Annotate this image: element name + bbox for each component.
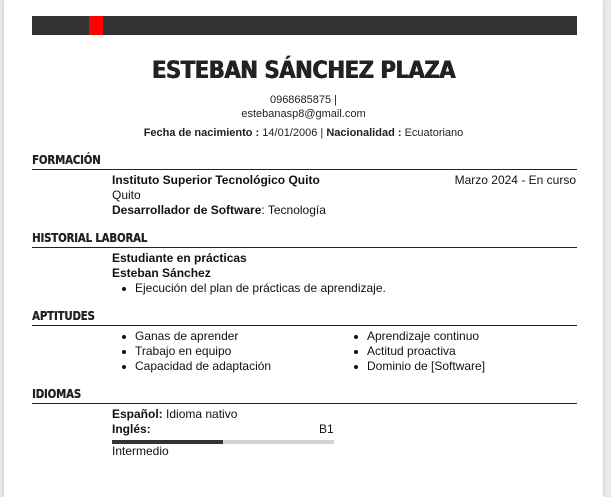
personal-info-line: Fecha de nacimiento : 14/01/2006 | Nacio… bbox=[4, 127, 603, 139]
section-divider bbox=[32, 247, 577, 248]
second-language-label: Inglés: bbox=[112, 422, 151, 436]
resume-page: ESTEBAN SÁNCHEZ PLAZA 0968685875 | esteb… bbox=[4, 0, 603, 497]
section-title-aptitudes: APTITUDES bbox=[32, 309, 95, 323]
native-language-value: Idioma nativo bbox=[166, 407, 238, 421]
section-title-idiomas: IDIOMAS bbox=[32, 387, 81, 401]
section-divider bbox=[32, 169, 577, 170]
candidate-name: ESTEBAN SÁNCHEZ PLAZA bbox=[151, 56, 456, 84]
skill-item: Aprendizaje continuo bbox=[353, 329, 480, 343]
job-task-item: Ejecución del plan de prácticas de apren… bbox=[122, 281, 386, 295]
nationality-label: Nacionalidad : bbox=[326, 127, 402, 139]
section-title-historial: HISTORIAL LABORAL bbox=[32, 231, 148, 245]
header-bar bbox=[32, 16, 577, 35]
skill-item: Trabajo en equipo bbox=[121, 344, 232, 358]
degree-field: : Tecnología bbox=[261, 203, 326, 217]
nationality-value: Ecuatoriano bbox=[404, 127, 464, 139]
birth-date-label: Fecha de nacimiento : bbox=[143, 127, 260, 139]
education-city: Quito bbox=[112, 188, 141, 202]
info-separator: | bbox=[320, 127, 324, 139]
header-accent bbox=[89, 16, 103, 35]
native-language-label: Español: bbox=[112, 407, 163, 421]
second-language-level-text: Intermedio bbox=[112, 444, 169, 458]
degree-title: Desarrollador de Software bbox=[112, 203, 262, 217]
job-position: Estudiante en prácticas bbox=[112, 251, 247, 265]
email-address: estebanasp8@gmail.com bbox=[241, 108, 366, 120]
skill-item: Ganas de aprender bbox=[121, 329, 239, 343]
skill-item: Actitud proactiva bbox=[354, 344, 456, 358]
skill-item: Dominio de [Software] bbox=[353, 359, 486, 373]
education-institution: Instituto Superior Tecnológico Quito bbox=[112, 173, 320, 187]
section-divider bbox=[32, 325, 577, 326]
second-language-level-code: B1 bbox=[319, 422, 334, 436]
birth-date-value: 14/01/2006 bbox=[262, 127, 318, 139]
native-language: Español: Idioma nativo bbox=[112, 407, 237, 421]
section-divider bbox=[32, 403, 577, 404]
phone-number: 0968685875 | bbox=[269, 94, 338, 106]
education-degree: Desarrollador de Software: Tecnología bbox=[112, 203, 326, 217]
skill-item: Capacidad de adaptación bbox=[121, 359, 272, 373]
education-date: Marzo 2024 - En curso bbox=[454, 173, 576, 187]
job-employer: Esteban Sánchez bbox=[112, 266, 211, 280]
section-title-formacion: FORMACIÓN bbox=[32, 153, 101, 167]
